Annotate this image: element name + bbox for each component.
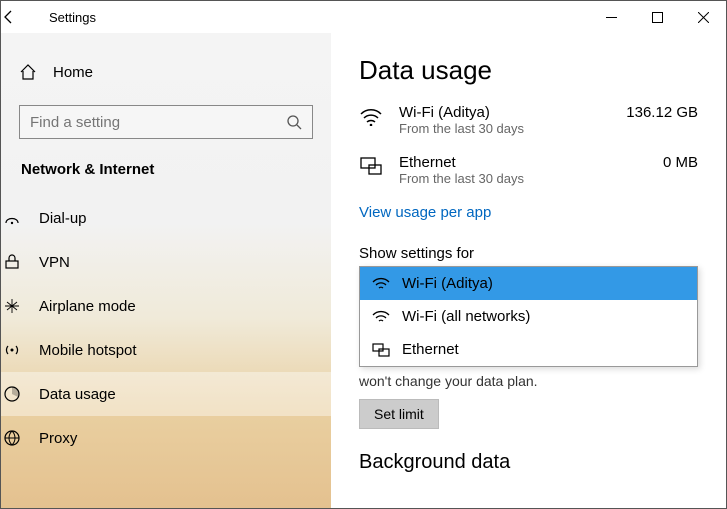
background-data-heading: Background data	[359, 451, 698, 474]
data-plan-hint: won't change your data plan.	[359, 373, 698, 389]
usage-name: Ethernet	[399, 154, 608, 171]
titlebar: Settings	[1, 1, 726, 33]
sidebar-item-dial-up[interactable]: Dial-up	[1, 196, 349, 240]
sidebar-item-label: Data usage	[39, 386, 116, 403]
usage-row-ethernet: Ethernet From the last 30 days 0 MB	[359, 154, 698, 186]
search-box[interactable]	[19, 105, 313, 139]
sidebar-item-data-usage[interactable]: Data usage	[1, 372, 349, 416]
sidebar-item-mobile-hotspot[interactable]: Mobile hotspot	[1, 328, 349, 372]
hotspot-icon	[3, 341, 21, 359]
show-settings-dropdown[interactable]: Wi-Fi (Aditya) Wi-Fi (all networks) Ethe…	[359, 266, 698, 367]
wifi-icon	[372, 277, 390, 291]
usage-row-wifi: Wi-Fi (Aditya) From the last 30 days 136…	[359, 104, 698, 136]
minimize-button[interactable]	[588, 1, 634, 33]
maximize-button[interactable]	[634, 1, 680, 33]
content-pane: Data usage Wi-Fi (Aditya) From the last …	[331, 33, 726, 508]
usage-name: Wi-Fi (Aditya)	[399, 104, 608, 121]
dropdown-option-wifi-aditya[interactable]: Wi-Fi (Aditya)	[360, 267, 697, 300]
sidebar-home-label: Home	[53, 64, 93, 81]
sidebar-item-label: Airplane mode	[39, 298, 136, 315]
page-title: Data usage	[359, 55, 698, 86]
usage-sub: From the last 30 days	[399, 171, 608, 186]
sidebar-section-label: Network & Internet	[19, 161, 313, 178]
proxy-icon	[3, 429, 21, 447]
ethernet-icon	[359, 154, 399, 176]
sidebar: Home Network & Internet Dial-up	[1, 33, 331, 508]
wifi-icon	[372, 310, 390, 324]
dropdown-option-label: Ethernet	[402, 341, 459, 358]
window-title: Settings	[49, 10, 588, 25]
back-button[interactable]	[1, 9, 49, 25]
dropdown-option-wifi-all[interactable]: Wi-Fi (all networks)	[360, 300, 697, 333]
sidebar-home[interactable]: Home	[19, 53, 313, 91]
data-usage-icon	[3, 385, 21, 403]
dropdown-option-label: Wi-Fi (Aditya)	[402, 275, 493, 292]
sidebar-item-label: Proxy	[39, 430, 77, 447]
set-limit-button[interactable]: Set limit	[359, 399, 439, 429]
show-settings-label: Show settings for	[359, 245, 698, 262]
sidebar-item-label: VPN	[39, 254, 70, 271]
search-icon	[286, 114, 302, 130]
view-usage-link[interactable]: View usage per app	[359, 204, 491, 221]
usage-value: 0 MB	[608, 154, 698, 171]
usage-value: 136.12 GB	[608, 104, 698, 121]
search-input[interactable]	[30, 114, 270, 131]
sidebar-item-proxy[interactable]: Proxy	[1, 416, 349, 460]
wifi-icon	[359, 104, 399, 126]
airplane-icon	[3, 297, 21, 315]
sidebar-item-label: Dial-up	[39, 210, 87, 227]
close-button[interactable]	[680, 1, 726, 33]
dropdown-option-ethernet[interactable]: Ethernet	[360, 333, 697, 366]
usage-sub: From the last 30 days	[399, 121, 608, 136]
vpn-icon	[3, 253, 21, 271]
sidebar-item-label: Mobile hotspot	[39, 342, 137, 359]
dial-up-icon	[3, 209, 21, 227]
home-icon	[19, 63, 37, 81]
sidebar-item-vpn[interactable]: VPN	[1, 240, 349, 284]
dropdown-option-label: Wi-Fi (all networks)	[402, 308, 530, 325]
sidebar-item-airplane-mode[interactable]: Airplane mode	[1, 284, 349, 328]
ethernet-icon	[372, 343, 390, 357]
